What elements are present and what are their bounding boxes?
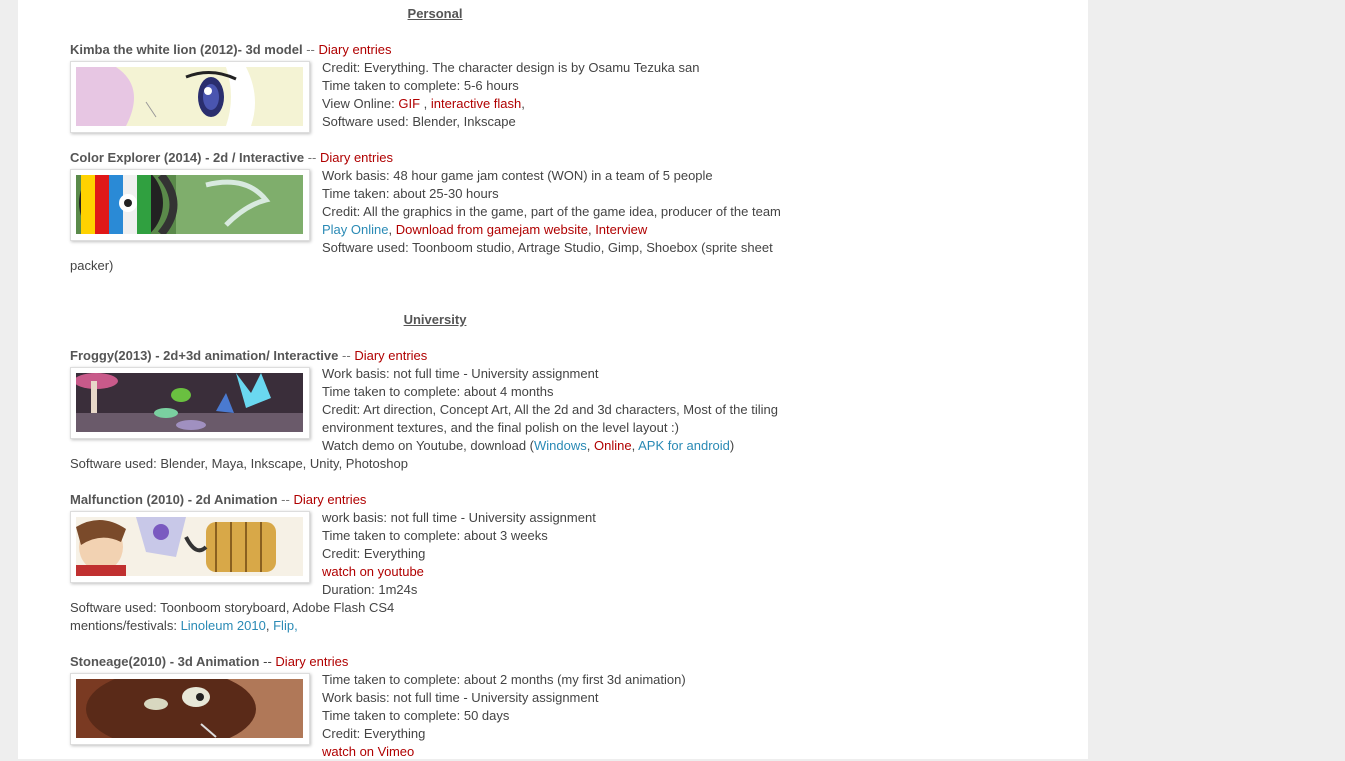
stoneage-title: Stoneage(2010) - 3d Animation [70,654,260,669]
color-software-cont: packer) [70,258,114,273]
color-work: Work basis: 48 hour game jam contest (WO… [322,168,713,183]
stoneage-diary-link[interactable]: Diary entries [275,654,348,669]
section-heading-personal: Personal [407,6,463,21]
color-explorer-thumbnail[interactable] [70,169,310,241]
comma: , [388,222,393,237]
separator: -- [306,42,315,57]
froggy-apk-link[interactable]: APK for android [638,438,730,453]
separator: -- [342,348,351,363]
froggy-thumbnail[interactable] [70,367,310,439]
malfunction-diary-link[interactable]: Diary entries [293,492,366,507]
kimba-view-label: View Online: [322,96,395,111]
malfunction-thumbnail[interactable] [70,511,310,583]
froggy-watch-label: Watch demo on Youtube, download ( [322,438,534,453]
froggy-watch-row: Watch demo on Youtube, download (Windows… [322,437,734,455]
froggy-diary-link[interactable]: Diary entries [354,348,427,363]
comma: , [265,618,270,633]
stoneage-image [76,679,303,738]
kimba-credit: Credit: Everything. The character design… [322,60,700,75]
stoneage-thumbnail[interactable] [70,673,310,745]
color-title: Color Explorer (2014) - 2d / Interactive [70,150,305,165]
close-paren: ) [729,438,735,453]
froggy-online-link[interactable]: Online [594,438,632,453]
section-heading-university: University [403,312,467,327]
comma: , [587,222,592,237]
comma: , [586,438,591,453]
stoneage-work: Work basis: not full time - University a… [322,690,599,705]
malfunction-title-row: Malfunction (2010) - 2d Animation -- Dia… [70,491,366,509]
kimba-title-row: Kimba the white lion (2012)- 3d model --… [70,41,391,59]
color-diary-link[interactable]: Diary entries [320,150,393,165]
kimba-flash-link[interactable]: interactive flash [431,96,521,111]
kimba-software: Software used: Blender, Inkscape [322,114,516,129]
froggy-credit-cont: environment textures, and the final poli… [322,420,679,435]
kimba-diary-link[interactable]: Diary entries [319,42,392,57]
comma: , [294,618,298,633]
malfunction-title: Malfunction (2010) - 2d Animation [70,492,278,507]
separator: -- [281,492,290,507]
stoneage-title-row: Stoneage(2010) - 3d Animation -- Diary e… [70,653,348,671]
stoneage-credit: Credit: Everything [322,726,426,741]
malfunction-duration: Duration: 1m24s [322,582,418,597]
color-title-row: Color Explorer (2014) - 2d / Interactive… [70,149,393,167]
malfunction-credit: Credit: Everything [322,546,426,561]
kimba-title: Kimba the white lion (2012)- 3d model [70,42,303,57]
froggy-work: Work basis: not full time - University a… [322,366,599,381]
color-download-link[interactable]: Download from gamejam website [396,222,588,237]
kimba-gif-link[interactable]: GIF [398,96,420,111]
malfunction-work: work basis: not full time - University a… [322,510,596,525]
comma: , [521,96,525,111]
color-software: Software used: Toonboom studio, Artrage … [322,240,773,255]
malfunction-festivals-label: mentions/festivals: [70,618,177,633]
separator: -- [263,654,272,669]
froggy-windows-link[interactable]: Windows [534,438,587,453]
kimba-image [76,67,303,126]
malfunction-image [76,517,303,576]
kimba-view-row: View Online: GIF , interactive flash, [322,95,525,113]
malfunction-time: Time taken to complete: about 3 weeks [322,528,548,543]
stoneage-vimeo-link[interactable]: watch on Vimeo [322,744,414,759]
froggy-software: Software used: Blender, Maya, Inkscape, … [70,456,408,471]
stoneage-vimeo-row: watch on Vimeo [322,743,414,761]
stoneage-time-second: Time taken to complete: 50 days [322,708,510,723]
color-explorer-image [76,175,303,234]
froggy-image [76,373,303,432]
festival-linoleum-link[interactable]: Linoleum 2010 [181,618,266,633]
color-interview-link[interactable]: Interview [595,222,647,237]
color-links-row: Play Online, Download from gamejam websi… [322,221,647,239]
kimba-time: Time taken to complete: 5-6 hours [322,78,519,93]
comma: , [423,96,428,111]
froggy-title-row: Froggy(2013) - 2d+3d animation/ Interact… [70,347,427,365]
stoneage-time-first: Time taken to complete: about 2 months (… [322,672,686,687]
malfunction-youtube-row: watch on youtube [322,563,424,581]
kimba-thumbnail[interactable] [70,61,310,133]
froggy-title: Froggy(2013) - 2d+3d animation/ Interact… [70,348,339,363]
comma: , [631,438,636,453]
separator: -- [307,150,317,165]
froggy-credit: Credit: Art direction, Concept Art, All … [322,402,778,417]
malfunction-festivals-row: mentions/festivals: Linoleum 2010, Flip, [70,617,298,635]
color-time: Time taken: about 25-30 hours [322,186,499,201]
festival-flip-link[interactable]: Flip [273,618,294,633]
malfunction-software: Software used: Toonboom storyboard, Adob… [70,600,395,615]
page-panel: Personal Kimba the white lion (2012)- 3d… [18,0,1088,759]
froggy-time: Time taken to complete: about 4 months [322,384,554,399]
color-credit: Credit: All the graphics in the game, pa… [322,204,781,219]
malfunction-youtube-link[interactable]: watch on youtube [322,564,424,579]
color-play-online-link[interactable]: Play Online [322,222,388,237]
